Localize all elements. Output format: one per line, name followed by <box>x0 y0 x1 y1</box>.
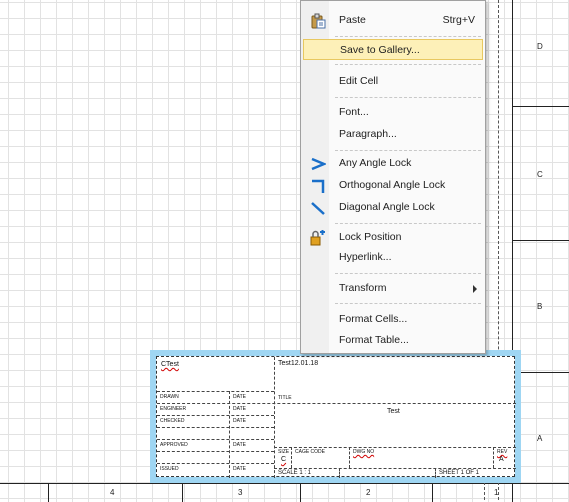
tb-drawn: DRAWN <box>160 394 179 400</box>
tb-rev-label: REV <box>497 449 508 455</box>
tb-divider <box>157 415 274 416</box>
menu-separator <box>335 223 481 224</box>
tb-size-value[interactable]: C <box>281 456 286 463</box>
tb-divider <box>229 391 230 478</box>
tb-engineer: ENGINEER <box>160 406 187 412</box>
menu-separator <box>335 303 481 304</box>
menu-item-format-table-label: Format Table... <box>339 334 409 346</box>
tb-dwg-label: DWG NO <box>353 449 375 455</box>
tb-code-label: CAGE CODE <box>295 449 326 455</box>
lock-position-icon <box>310 230 326 246</box>
menu-item-format-table[interactable]: Format Table... <box>303 330 483 351</box>
tb-company[interactable]: CTest <box>161 361 179 368</box>
submenu-arrow-icon <box>473 285 477 293</box>
diagonal-angle-lock-icon <box>310 200 326 216</box>
tb-issued: ISSUED <box>160 466 179 472</box>
tb-divider <box>157 427 274 428</box>
menu-item-paste-label: Paste <box>339 14 366 26</box>
title-block-table[interactable]: CTest Test12.01.18 DRAWN DATE ENGINEER D… <box>156 356 516 478</box>
zone-divider-col-b <box>182 483 183 502</box>
tb-size-label: SIZE <box>278 449 290 455</box>
tb-divider <box>157 391 274 392</box>
menu-item-edit-cell[interactable]: Edit Cell <box>303 71 483 92</box>
menu-item-orthogonal-angle-lock[interactable]: Orthogonal Angle Lock <box>303 175 483 196</box>
menu-separator <box>335 273 481 274</box>
tb-scale[interactable]: SCALE 1 : 1 <box>278 470 311 476</box>
menu-item-diagonal-angle-lock[interactable]: Diagonal Angle Lock <box>303 197 483 218</box>
any-angle-lock-icon <box>310 156 328 172</box>
tb-date-label: DATE <box>233 406 246 412</box>
tb-date-label: DATE <box>233 418 246 424</box>
tb-sheet[interactable]: SHEET 1 OF 1 <box>439 470 479 476</box>
zone-label-a: A <box>537 434 543 443</box>
menu-separator <box>335 64 481 65</box>
menu-item-paragraph[interactable]: Paragraph... <box>303 124 483 145</box>
tb-divider <box>157 451 274 452</box>
tb-divider <box>274 468 516 469</box>
menu-item-any-angle-lock[interactable]: Any Angle Lock <box>303 153 483 174</box>
zone-label-4: 4 <box>110 488 115 497</box>
zone-divider-col-c <box>300 483 301 502</box>
menu-separator <box>335 36 481 37</box>
tb-divider <box>435 468 436 478</box>
tb-divider <box>274 357 275 478</box>
menu-item-lock-position[interactable]: Lock Position <box>303 227 483 248</box>
menu-item-font[interactable]: Font... <box>303 102 483 123</box>
menu-item-orthogonal-angle-lock-label: Orthogonal Angle Lock <box>339 179 446 191</box>
tb-approved: APPROVED <box>160 442 188 448</box>
zone-divider-cb <box>512 240 569 241</box>
menu-item-lock-position-label: Lock Position <box>339 231 402 243</box>
menu-item-transform[interactable]: Transform <box>303 278 483 299</box>
menu-item-font-label: Font... <box>339 106 369 118</box>
tb-divider <box>349 447 350 468</box>
menu-item-hyperlink[interactable]: Hyperlink... <box>303 247 483 268</box>
tb-divider <box>157 463 274 464</box>
tb-divider <box>339 468 340 478</box>
zone-divider-dc <box>512 106 569 107</box>
tb-date-label: DATE <box>233 466 246 472</box>
tb-date-text[interactable]: Test12.01.18 <box>278 360 318 367</box>
menu-separator <box>335 150 481 151</box>
zone-label-1: 1 <box>494 488 499 497</box>
paste-icon <box>310 13 326 29</box>
zone-divider-col-a <box>48 483 49 502</box>
tb-title-value[interactable]: Test <box>387 408 400 415</box>
tb-divider <box>274 447 516 448</box>
menu-item-any-angle-lock-label: Any Angle Lock <box>339 157 412 169</box>
menu-separator <box>335 97 481 98</box>
menu-item-edit-cell-label: Edit Cell <box>339 75 379 87</box>
menu-item-format-cells-label: Format Cells... <box>339 313 408 325</box>
tb-rev-value[interactable]: A <box>499 456 504 463</box>
menu-item-paste-shortcut: Strg+V <box>442 14 475 26</box>
zone-label-c: C <box>537 170 543 179</box>
menu-item-save-to-gallery[interactable]: Save to Gallery... <box>303 39 483 60</box>
tb-date-label: DATE <box>233 442 246 448</box>
context-menu[interactable]: Paste Strg+V Save to Gallery... Edit Cel… <box>300 0 486 354</box>
tb-title-label: TITLE <box>278 395 292 401</box>
zone-divider-col-d <box>432 483 433 502</box>
tb-divider <box>157 403 516 404</box>
tb-divider <box>291 447 292 468</box>
menu-item-paragraph-label: Paragraph... <box>339 128 397 140</box>
zone-label-2: 2 <box>366 488 371 497</box>
zone-label-b: B <box>537 302 543 311</box>
menu-item-paste[interactable]: Paste Strg+V <box>303 10 483 31</box>
tb-divider <box>157 439 274 440</box>
tb-date-label: DATE <box>233 394 246 400</box>
orthogonal-angle-lock-icon <box>310 178 326 194</box>
tb-checked: CHECKED <box>160 418 185 424</box>
menu-item-transform-label: Transform <box>339 282 387 294</box>
menu-item-format-cells[interactable]: Format Cells... <box>303 309 483 330</box>
menu-item-hyperlink-label: Hyperlink... <box>339 251 392 263</box>
menu-item-save-to-gallery-label: Save to Gallery... <box>340 44 420 56</box>
menu-item-diagonal-angle-lock-label: Diagonal Angle Lock <box>339 201 435 213</box>
zone-label-3: 3 <box>238 488 243 497</box>
tb-divider <box>493 447 494 468</box>
zone-label-d: D <box>537 42 543 51</box>
